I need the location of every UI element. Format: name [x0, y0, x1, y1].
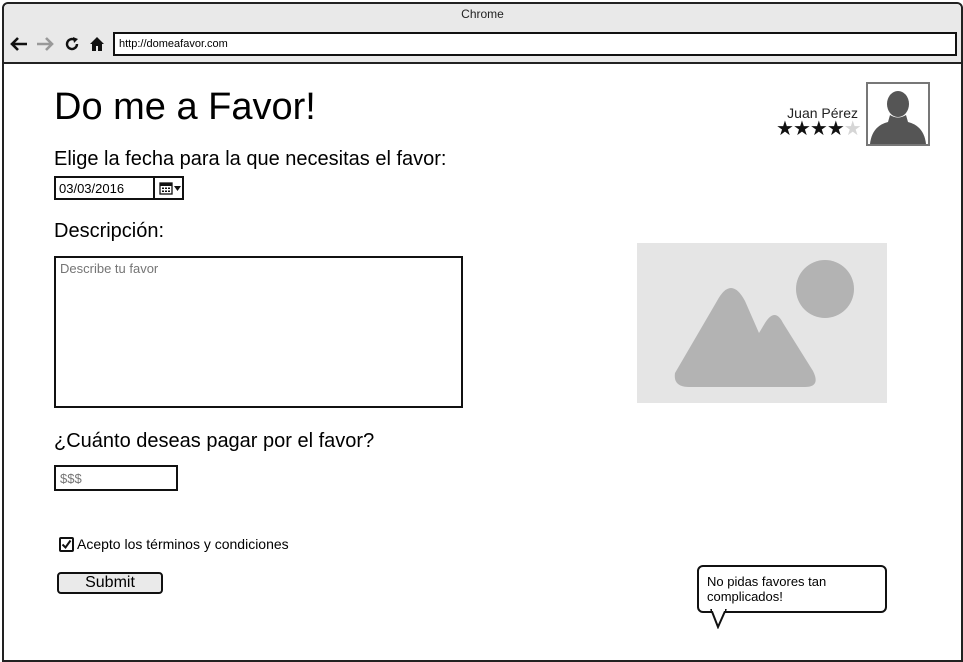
terms-row[interactable]: Acepto los términos y condiciones [59, 536, 289, 552]
forward-arrow-icon[interactable] [35, 34, 55, 54]
person-silhouette-icon [870, 91, 926, 144]
avatar[interactable] [866, 82, 930, 146]
date-input[interactable] [56, 178, 155, 198]
date-label: Elige la fecha para la que necesitas el … [54, 148, 447, 170]
checkmark-icon [61, 539, 72, 549]
browser-title: Chrome [461, 7, 504, 21]
chevron-down-icon [173, 185, 181, 191]
terms-checkbox[interactable] [59, 536, 74, 552]
description-textarea[interactable] [54, 256, 463, 408]
date-picker[interactable] [54, 176, 184, 200]
terms-label: Acepto los términos y condiciones [77, 536, 289, 552]
address-bar[interactable]: http://domeafavor.com [113, 32, 957, 56]
tooltip-tail [710, 609, 727, 629]
page-title: Do me a Favor! [54, 86, 316, 128]
image-icon [674, 260, 854, 387]
submit-button[interactable]: Submit [57, 572, 163, 594]
tooltip-bubble: No pidas favores tan complicados! [697, 565, 887, 613]
reload-icon[interactable] [62, 34, 82, 54]
calendar-button[interactable] [153, 178, 184, 198]
calendar-icon [158, 182, 173, 195]
star-icon: ★ [792, 118, 811, 140]
star-empty-icon: ★ [843, 118, 862, 140]
browser-titlebar: Chrome http://domeafavor.com [4, 4, 961, 64]
home-icon[interactable] [87, 34, 107, 54]
star-icon: ★ [826, 118, 845, 140]
price-input[interactable] [54, 465, 178, 491]
description-label: Descripción: [54, 220, 165, 242]
back-arrow-icon[interactable] [9, 34, 29, 54]
star-icon: ★ [776, 118, 794, 140]
rating-stars: ★★★★★ [776, 118, 862, 140]
image-placeholder [637, 243, 887, 403]
star-icon: ★ [809, 118, 828, 140]
price-label: ¿Cuánto deseas pagar por el favor? [54, 430, 375, 452]
